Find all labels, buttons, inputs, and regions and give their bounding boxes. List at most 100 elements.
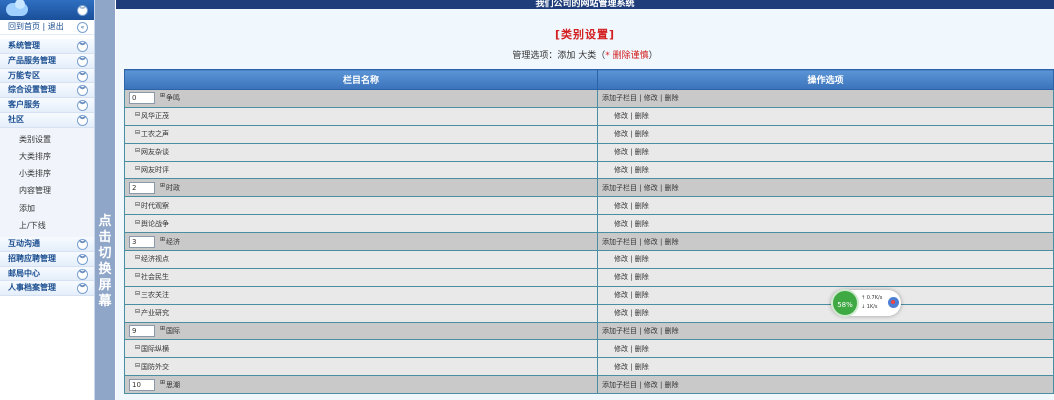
sidebar-menu-item[interactable]: 客户服务 ︾ (0, 98, 94, 113)
ops-cell[interactable]: 修改 | 删除 (597, 303, 1054, 323)
column-header-ops: 操作选项 (597, 69, 1054, 90)
sidebar-menu-item[interactable]: 万能专区 ︾ (0, 68, 94, 84)
ops-cell[interactable]: 添加子栏目 | 修改 | 删除 (597, 89, 1054, 108)
sidebar-menu-label: 客户服务 (8, 100, 40, 110)
tree-node-icon: ⊟ (135, 147, 141, 155)
category-name: 产业研究 (141, 309, 170, 318)
category-row: 3 ⊞经济 添加子栏目 | 修改 | 删除 (124, 232, 1054, 252)
collapse-left-icon[interactable]: « (77, 22, 88, 33)
sidebar-menu-label: 万能专区 (8, 70, 40, 80)
order-input[interactable]: 9 (129, 325, 155, 338)
sidebar-submenu-item[interactable]: 类别设置 (0, 130, 94, 148)
ops-cell[interactable]: 修改 | 删除 (597, 250, 1054, 269)
name-cell: ⊟经济视点 (124, 250, 598, 269)
sidebar-menu-item[interactable]: 招聘应聘管理 ︾ (0, 251, 94, 267)
download-speed: ↓ 1K/s (861, 304, 878, 310)
subcategory-row: ⊟国防外交 修改 | 删除 (124, 357, 1054, 377)
chevron-down-icon[interactable]: ︾ (77, 114, 88, 126)
expand-icon[interactable]: ⊞ (160, 92, 165, 99)
category-name: 时代观察 (141, 201, 170, 210)
expand-icon[interactable]: ⊞ (160, 325, 165, 332)
category-name: 经济 (166, 237, 181, 246)
delete-caution-text[interactable]: * 删除谨慎 (605, 51, 648, 61)
chevron-down-icon[interactable]: ︾ (77, 85, 88, 97)
subcategory-row: ⊟工农之声 修改 | 删除 (124, 124, 1054, 144)
chevron-down-icon[interactable]: ︾ (77, 268, 88, 280)
sidebar-submenu-item[interactable]: 大类排序 (0, 147, 94, 166)
sidebar-menu-item[interactable]: 社区 ︾ (0, 112, 94, 128)
ops-cell[interactable]: 修改 | 删除 (597, 339, 1054, 359)
home-link[interactable]: 回到首页 (8, 22, 40, 31)
ops-cell[interactable]: 修改 | 删除 (597, 285, 1054, 305)
ops-cell[interactable]: 修改 | 删除 (597, 106, 1054, 126)
submenu-community: 类别设置 大类排序 小类排序 内容管理 添加 上/下线 (0, 127, 94, 237)
sidebar-submenu-item[interactable]: 上/下线 (0, 216, 94, 234)
ops-cell[interactable]: 添加子栏目 | 修改 | 删除 (597, 232, 1054, 252)
chevron-down-icon[interactable]: ︾ (77, 238, 88, 250)
sidebar-menu-label: 系统管理 (8, 41, 40, 50)
network-speed-widget[interactable]: 58% ↑ 0.7K/s ↓ 1K/s (831, 289, 901, 317)
subcategory-row: ⊟时代观察 修改 | 删除 (124, 196, 1054, 216)
name-cell: ⊟三农关注 (124, 285, 598, 305)
booster-icon[interactable] (888, 297, 899, 308)
ops-cell[interactable]: 修改 | 删除 (597, 196, 1054, 216)
category-name: 工农之声 (141, 130, 170, 139)
collapse-all-icon[interactable]: ︾ (77, 5, 88, 16)
screen-toggle-text: 点击切换屏幕 (98, 214, 112, 310)
category-name: 网友杂谈 (141, 148, 170, 157)
sidebar-submenu-item[interactable]: 小类排序 (0, 165, 94, 183)
home-sep: | (42, 22, 46, 31)
name-cell: ⊟社会民生 (124, 267, 598, 287)
order-input[interactable]: 3 (129, 235, 155, 248)
logo-cloud-icon (6, 0, 28, 16)
sidebar-menu-item[interactable]: 系统管理 ︾ (0, 39, 94, 54)
subcategory-row: ⊟产业研究 修改 | 删除 (124, 303, 1054, 323)
chevron-down-icon[interactable]: ︾ (77, 253, 88, 265)
subcategory-row: ⊟社会民生 修改 | 删除 (124, 267, 1054, 287)
ops-cell[interactable]: 修改 | 删除 (597, 267, 1054, 287)
logout-link[interactable]: 退出 (48, 22, 64, 31)
name-cell: 9 ⊞国际 (124, 321, 598, 341)
sidebar-menu-item[interactable]: 综合设置管理 ︾ (0, 83, 94, 99)
ops-cell[interactable]: 添加子栏目 | 修改 | 删除 (597, 321, 1054, 341)
expand-icon[interactable]: ⊞ (160, 379, 165, 386)
expand-icon[interactable]: ⊞ (160, 236, 165, 243)
order-input[interactable]: 0 (129, 92, 155, 105)
page-header-title: 我们公司的网站管理系统 (116, 0, 1054, 9)
sidebar-menu-item[interactable]: 人事档案管理 ︾ (0, 281, 94, 297)
name-cell: ⊟时代观察 (124, 196, 598, 216)
management-close: ） (648, 51, 658, 61)
sidebar-menu-label: 邮局中心 (8, 268, 40, 278)
chevron-down-icon[interactable]: ︾ (77, 41, 88, 52)
expand-icon[interactable]: ⊞ (160, 182, 165, 189)
chevron-down-icon[interactable]: ︾ (77, 283, 88, 295)
ops-cell[interactable]: 修改 | 删除 (597, 124, 1054, 144)
chevron-down-icon[interactable]: ︾ (77, 70, 88, 82)
ops-cell[interactable]: 修改 | 删除 (597, 357, 1054, 377)
ops-cell[interactable]: 添加子栏目 | 修改 | 删除 (597, 375, 1054, 395)
sidebar-menu-item[interactable]: 产品服务管理 ︾ (0, 53, 94, 69)
chevron-down-icon[interactable]: ︾ (77, 55, 88, 67)
name-cell: 3 ⊞经济 (124, 232, 598, 252)
sidebar-menu-label: 综合设置管理 (8, 85, 56, 95)
sidebar-menu-item[interactable]: 邮局中心 ︾ (0, 266, 94, 282)
ops-cell[interactable]: 修改 | 删除 (597, 142, 1054, 162)
toggle-char: 屏 (98, 278, 112, 293)
sidebar-menu-label: 人事档案管理 (8, 283, 56, 293)
ops-cell[interactable]: 添加子栏目 | 修改 | 删除 (597, 178, 1054, 198)
sidebar-submenu-item[interactable]: 内容管理 (0, 182, 94, 200)
chevron-down-icon[interactable]: ︾ (77, 100, 88, 112)
category-name: 舆论战争 (141, 219, 170, 228)
logo-bar: ︾ (0, 0, 94, 20)
sidebar-menu-item[interactable]: 互动沟通 ︾ (0, 236, 94, 252)
order-input[interactable]: 2 (129, 181, 155, 194)
screen-toggle-bar[interactable]: 点击切换屏幕 (95, 0, 115, 400)
order-input[interactable]: 10 (129, 378, 155, 391)
category-name: 三农关注 (141, 291, 170, 300)
tree-node-icon: ⊟ (135, 165, 141, 172)
ops-cell[interactable]: 修改 | 删除 (597, 160, 1054, 180)
category-name: 国际 (166, 327, 181, 336)
sidebar-submenu-item[interactable]: 添加 (0, 199, 94, 217)
sidebar-menu-label: 产品服务管理 (8, 55, 56, 65)
ops-cell[interactable]: 修改 | 删除 (597, 214, 1054, 234)
